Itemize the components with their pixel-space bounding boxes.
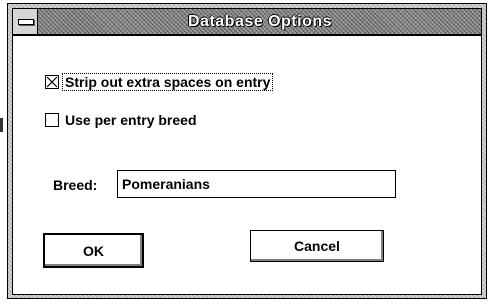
strip-spaces-checkbox[interactable] <box>45 75 59 89</box>
per-entry-breed-checkbox[interactable] <box>45 113 59 127</box>
x-check-icon <box>46 76 58 88</box>
per-entry-breed-label[interactable]: Use per entry breed <box>63 112 199 128</box>
ok-button[interactable]: OK <box>43 233 144 268</box>
cancel-button[interactable]: Cancel <box>250 230 384 262</box>
breed-input[interactable] <box>117 170 396 198</box>
dialog-window: Database Options Strip out extra spaces … <box>7 3 487 299</box>
stray-mark <box>0 118 3 132</box>
system-menu-button[interactable] <box>13 9 38 34</box>
title-bar[interactable]: Database Options <box>12 8 482 35</box>
system-menu-icon <box>18 19 34 25</box>
window-title: Database Options <box>187 13 333 30</box>
strip-spaces-label[interactable]: Strip out extra spaces on entry <box>61 73 274 91</box>
breed-label: Breed: <box>53 177 98 193</box>
per-entry-breed-checkbox-row[interactable]: Use per entry breed <box>45 110 199 130</box>
strip-spaces-checkbox-row[interactable]: Strip out extra spaces on entry <box>45 72 274 92</box>
dialog-client-area: Strip out extra spaces on entry Use per … <box>12 35 482 295</box>
